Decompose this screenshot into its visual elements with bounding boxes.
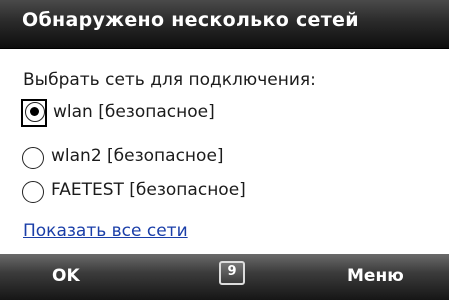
radio-button[interactable] [22, 181, 44, 203]
network-option-faetest[interactable]: FAETEST [безопасное] [21, 175, 321, 205]
softkey-bar: OK 9 Меню [0, 254, 449, 300]
radio-dot [30, 107, 39, 116]
keyboard-glyph: 9 [227, 264, 237, 279]
prompt-label: Выбрать сеть для подключения: [23, 70, 316, 90]
network-option-wlan2[interactable]: wlan2 [безопасное] [21, 141, 321, 171]
radio-button[interactable] [22, 147, 44, 169]
title-bar: Обнаружено несколько сетей [0, 0, 449, 49]
menu-softkey[interactable]: Меню [347, 266, 404, 286]
network-option-wlan[interactable]: wlan [безопасное] [21, 99, 321, 129]
keyboard-icon[interactable]: 9 [219, 261, 245, 285]
radio-button-selected[interactable] [25, 102, 45, 122]
network-label: FAETEST [безопасное] [51, 180, 246, 200]
ok-softkey[interactable]: OK [52, 266, 80, 286]
network-label: wlan2 [безопасное] [51, 146, 224, 166]
network-chooser-panel: Выбрать сеть для подключения: wlan [безо… [0, 49, 449, 254]
network-label: wlan [безопасное] [53, 102, 215, 122]
dialog-title: Обнаружено несколько сетей [22, 9, 359, 31]
show-all-networks-link[interactable]: Показать все сети [23, 221, 188, 241]
